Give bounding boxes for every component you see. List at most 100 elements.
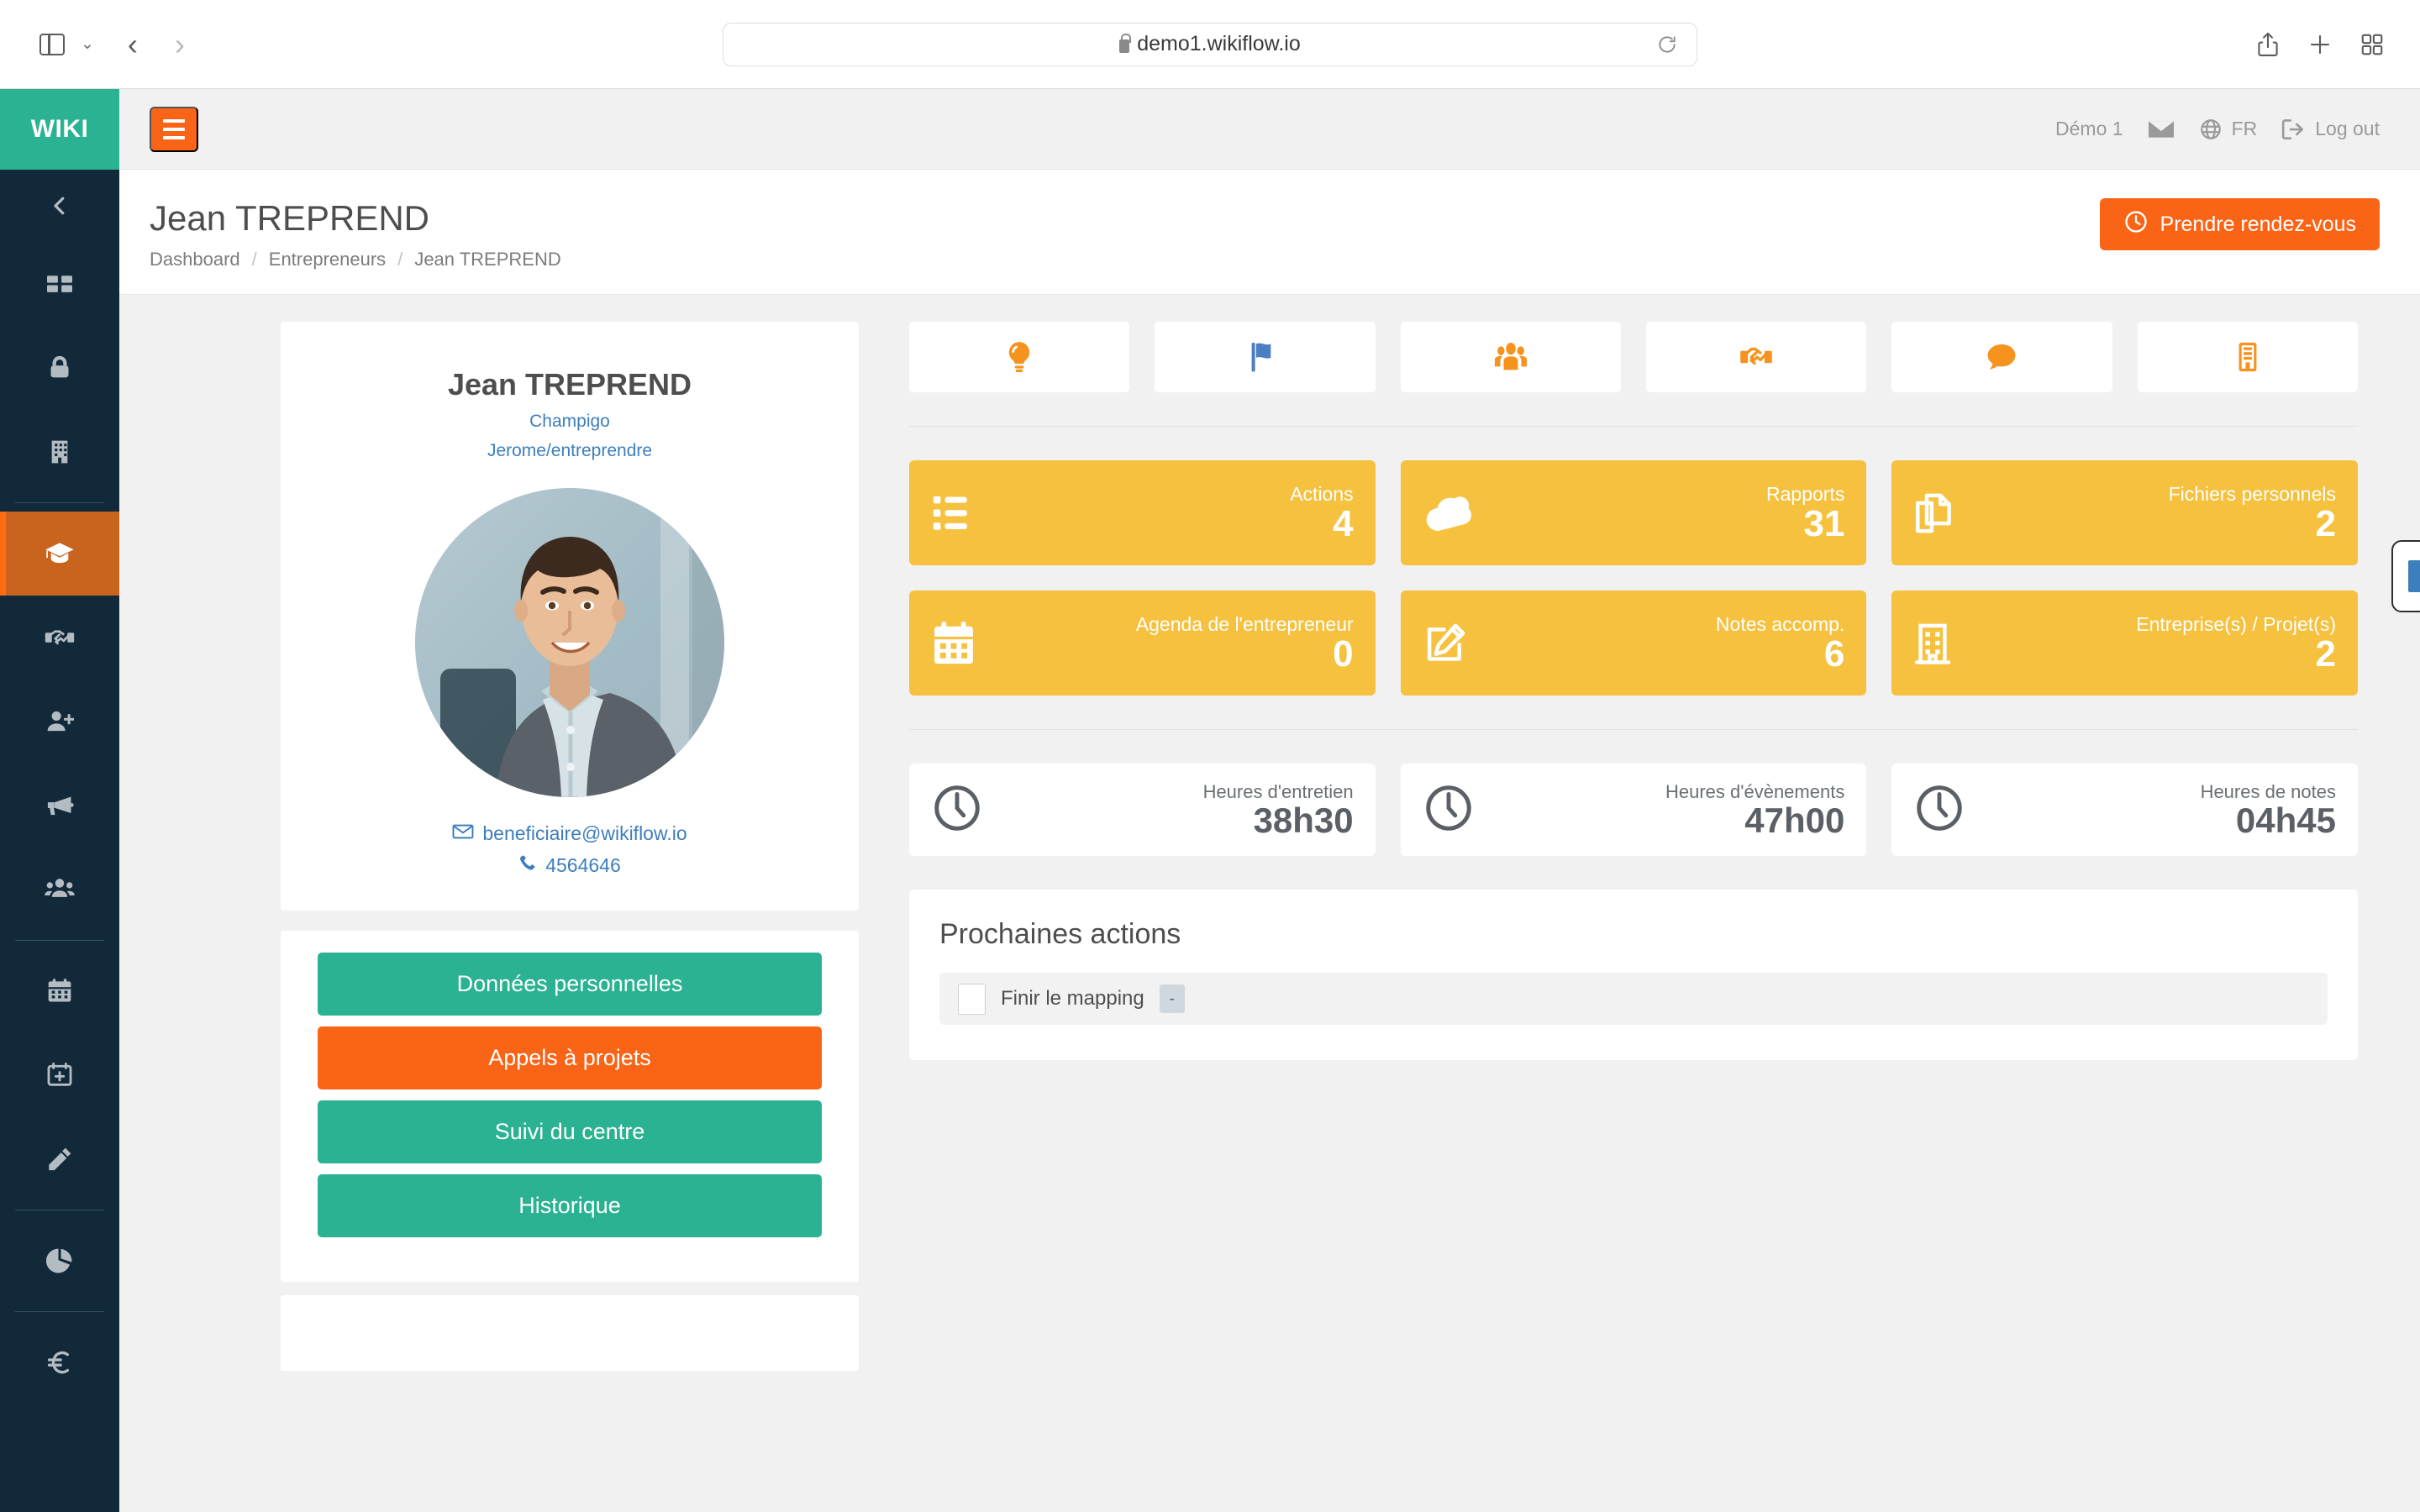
tab-overview-icon[interactable] [2360,32,2385,57]
sidebar-item-companies[interactable] [0,410,119,494]
forward-arrow-icon[interactable]: › [156,21,203,68]
sidebar-item-add-event[interactable] [0,1033,119,1117]
stat-label: Notes accomp. [1715,613,1845,636]
sidebar-item-partners[interactable] [0,596,119,680]
tile-comments[interactable] [1891,322,2112,393]
sidebar-item-teams[interactable] [0,848,119,932]
stat-card-actions[interactable]: Actions 4 [909,460,1376,566]
browser-nav-controls: ⌄ ‹ › [0,21,203,68]
reload-icon[interactable] [1656,34,1678,55]
stat-label: Fichiers personnels [2168,483,2336,506]
euro-icon [45,1348,74,1377]
hours-card-heures-evenements[interactable]: Heures d'évènements 47h00 [1400,764,1867,857]
floating-side-widget[interactable] [2391,540,2420,613]
calendar-plus-icon [45,1061,74,1089]
chevron-down-icon[interactable]: ⌄ [81,34,94,54]
sidebar-item-calendar[interactable] [0,949,119,1033]
stat-card-entreprises-projets[interactable]: Entreprise(s) / Projet(s) 2 [1891,591,2358,696]
sidebar-item-dashboard[interactable] [0,242,119,326]
appels-a-projets-button[interactable]: Appels à projets [318,1026,822,1090]
content-area: Jean TREPREND Champigo Jerome/entreprend… [119,295,2420,1512]
secondary-card [281,1295,859,1372]
stat-card-rapports[interactable]: Rapports 31 [1400,460,1867,566]
url-text: demo1.wikiflow.io [1137,32,1301,55]
sidebar-item-notes[interactable] [0,1117,119,1201]
breadcrumb-item-dashboard[interactable]: Dashboard [150,249,240,270]
building-icon [2232,339,2264,375]
lock-icon [1119,33,1132,53]
plus-icon[interactable] [2307,32,2333,57]
section-divider [909,426,2358,428]
breadcrumb-item-current: Jean TREPREND [414,249,561,270]
stat-card-fichiers-personnels[interactable]: Fichiers personnels 2 [1891,460,2358,566]
back-arrow-icon[interactable]: ‹ [109,21,156,68]
action-checkbox[interactable] [958,983,986,1015]
breadcrumb-separator: / [251,249,257,270]
brand-logo[interactable]: WIKI [0,89,119,170]
donnees-personnelles-button[interactable]: Données personnelles [318,953,822,1016]
sidebar-item-entrepreneurs[interactable] [0,512,119,596]
profile-column: Jean TREPREND Champigo Jerome/entreprend… [119,322,884,1512]
tile-people[interactable] [1400,322,1621,393]
sidebar-item-finance[interactable] [0,1320,119,1404]
sidebar-divider [15,502,104,503]
tile-partnership[interactable] [1645,322,1867,393]
profile-organization[interactable]: Champigo [306,412,834,432]
stat-value: 4 [1333,503,1354,545]
account-label[interactable]: Démo 1 [2055,118,2123,140]
logout-icon [2281,118,2306,141]
language-label: FR [2231,118,2258,139]
stat-value: 2 [2315,503,2336,545]
profile-phone[interactable]: 4564646 [306,853,834,877]
profile-email-text: beneficiaire@wikiflow.io [482,822,687,845]
list-item[interactable]: Finir le mapping - [939,973,2328,1026]
sidebar-item-statistics[interactable] [0,1219,119,1303]
stat-card-notes-accomp[interactable]: Notes accomp. 6 [1400,591,1867,696]
tile-idea[interactable] [909,322,1130,393]
sidebar-item-collapse[interactable] [0,170,119,242]
phone-icon [518,853,537,877]
logout-button[interactable]: Log out [2281,118,2380,141]
suivi-du-centre-button[interactable]: Suivi du centre [318,1100,822,1164]
calendar-icon [45,977,74,1005]
hours-card-heures-notes[interactable]: Heures de notes 04h45 [1891,764,2358,857]
hours-value: 38h30 [1253,801,1354,841]
building-icon [1913,621,1952,666]
tile-flag[interactable] [1155,322,1376,393]
profile-program[interactable]: Jerome/entreprendre [306,441,834,461]
hamburger-menu-icon[interactable] [150,106,198,152]
lock-icon [45,354,74,382]
language-selector[interactable]: FR [2199,118,2258,141]
clock-icon [1913,782,1965,838]
stat-label: Entreprise(s) / Projet(s) [2136,613,2336,636]
chevron-left-icon [47,193,72,218]
breadcrumb-item-entrepreneurs[interactable]: Entrepreneurs [269,249,386,270]
historique-button[interactable]: Historique [318,1174,822,1238]
dashboard-column: Actions 4 Rapports 31 Fichiers personnel… [884,322,2420,1512]
main-region: Démo 1 FR Log out Jean TREPREND Dashboar… [119,89,2420,1512]
profile-email[interactable]: beneficiaire@wikiflow.io [306,822,834,845]
sidebar-item-security[interactable] [0,326,119,410]
stat-card-agenda[interactable]: Agenda de l'entrepreneur 0 [909,591,1376,696]
hours-card-grid: Heures d'entretien 38h30 Heures d'évènem… [909,764,2358,857]
page-title: Jean TREPREND [150,198,430,238]
address-bar[interactable]: demo1.wikiflow.io [723,22,1697,66]
sidebar-toggle-icon[interactable] [29,21,76,68]
clock-icon [2123,209,2149,240]
sidebar: WIKI [0,89,119,1512]
envelope-icon[interactable] [2147,118,2175,140]
hours-card-heures-entretien[interactable]: Heures d'entretien 38h30 [909,764,1376,857]
sidebar-item-announcements[interactable] [0,764,119,848]
breadcrumb: Dashboard / Entrepreneurs / Jean TREPREN… [150,249,561,270]
pencil-icon [45,1145,74,1173]
cloud-icon [1423,492,1478,534]
prendre-rendez-vous-button[interactable]: Prendre rendez-vous [2099,198,2380,250]
stat-label: Rapports [1766,483,1845,506]
grid-icon [45,269,75,299]
users-icon [44,874,76,906]
tile-company[interactable] [2137,322,2358,393]
sidebar-item-add-user[interactable] [0,680,119,764]
share-icon[interactable] [2255,31,2281,58]
profile-card: Jean TREPREND Champigo Jerome/entreprend… [281,322,859,911]
app-topbar: Démo 1 FR Log out [119,89,2420,170]
